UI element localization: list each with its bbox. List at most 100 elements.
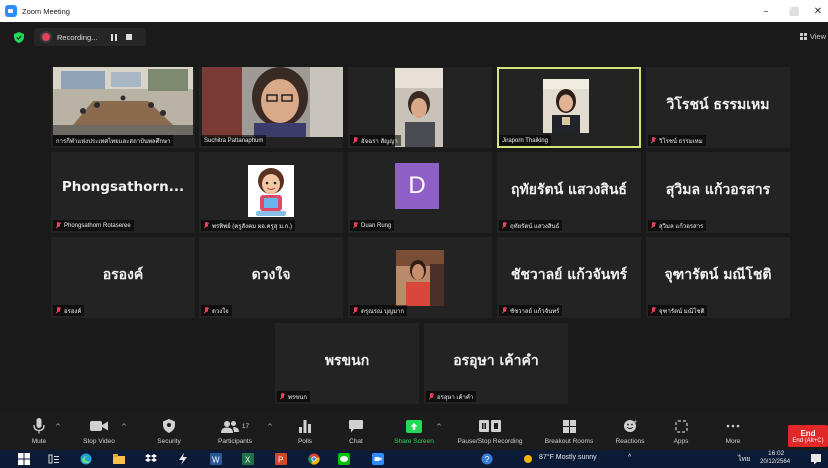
view-label: View: [809, 31, 826, 41]
video-tile[interactable]: อรองค์ อรองค์: [51, 237, 195, 318]
clock-time[interactable]: 16:02: [768, 450, 784, 457]
help-icon[interactable]: ?: [481, 453, 493, 465]
t6-name: Phongsathorn Rotaseree: [64, 222, 131, 229]
video-options-caret-icon[interactable]: ^: [121, 423, 127, 431]
share-options-caret-icon[interactable]: ^: [436, 423, 442, 431]
participant-name-tag: พรทิพย์ (ครูสังคม ผอ.ครูสุ ม.ก.): [201, 220, 296, 231]
participant-name-tag: ดวงใจ: [201, 305, 232, 316]
video-tile[interactable]: D Duan Rung: [348, 152, 492, 233]
more-label: More: [725, 438, 741, 445]
video-tile[interactable]: ชัชวาลย์ แก้วจันทร์ ชัชวาลย์ แก้วจันทร์: [497, 237, 641, 318]
video-tile[interactable]: Phongsathorn... Phongsathorn Rotaseree: [51, 152, 195, 233]
stop-video-label: Stop Video: [83, 438, 115, 445]
chat-label: Chat: [349, 438, 363, 445]
muted-mic-icon: [651, 137, 656, 144]
powerpoint-icon[interactable]: P: [275, 453, 287, 465]
muted-mic-icon: [502, 222, 507, 229]
mute-button[interactable]: Mute: [24, 412, 54, 450]
word-icon[interactable]: W: [210, 453, 222, 465]
video-tile[interactable]: Suchitra Pattanaphum: [199, 67, 343, 148]
participant-name-tag: ดรุณรณ บุญมาก: [350, 305, 408, 316]
audio-options-caret-icon[interactable]: ^: [55, 423, 61, 431]
view-button[interactable]: View: [799, 28, 826, 44]
polls-bar-chart-icon: [299, 417, 311, 435]
active-speaker-tile[interactable]: Jiraporn Thaiking: [497, 67, 641, 148]
video-tile[interactable]: อัจฉรา สัญญา: [348, 67, 492, 148]
video-tile[interactable]: ฤทัยรัตน์ แสวงสินธ์ ฤทัยรัตน์ แสวงสินธ์: [497, 152, 641, 233]
edge-browser-icon[interactable]: [80, 453, 92, 465]
zoom-taskbar-icon[interactable]: [372, 453, 384, 465]
video-tile[interactable]: ดวงใจ ดวงใจ: [199, 237, 343, 318]
participants-label: Participants: [218, 438, 252, 445]
zoom-meeting-window: Zoom Meeting – ⬜ ✕ Recording... View การ…: [0, 0, 828, 468]
pause-recording-label: Pause/Stop Recording: [457, 438, 523, 445]
polls-button[interactable]: Polls: [290, 412, 320, 450]
reactions-button[interactable]: + Reactions: [610, 412, 650, 450]
file-explorer-icon[interactable]: [113, 453, 125, 465]
reactions-smiley-icon: +: [623, 417, 637, 435]
video-tile[interactable]: การกีฬาแห่งประเทศไทยและสถาบันพลศึกษา: [51, 67, 195, 148]
breakout-rooms-button[interactable]: Breakout Rooms: [538, 412, 600, 450]
more-button[interactable]: More: [718, 412, 748, 450]
apps-button[interactable]: Apps: [666, 412, 696, 450]
security-button[interactable]: Security: [150, 412, 188, 450]
participant-video: [543, 79, 589, 133]
excel-icon[interactable]: X: [242, 453, 254, 465]
close-button[interactable]: ✕: [803, 0, 828, 22]
participant-display-name: ฤทัยรัตน์ แสวงสินธ์: [511, 182, 627, 198]
encryption-shield-icon[interactable]: [14, 32, 24, 43]
video-tile[interactable]: อรอุษา เค้าคำ อรอุษา เค้าคำ: [424, 323, 568, 404]
notifications-icon[interactable]: [810, 453, 822, 465]
app-bolt-icon[interactable]: [177, 453, 189, 465]
apps-label: Apps: [673, 438, 689, 445]
more-ellipsis-icon: [726, 417, 740, 435]
video-tile[interactable]: พรขนก พรขนก: [275, 323, 419, 404]
video-tile[interactable]: วิโรชน์ ธรรมเหม วิโรชน์ ธรรมเหม: [646, 67, 790, 148]
participant-video: [395, 68, 443, 147]
line-app-icon[interactable]: [338, 453, 350, 465]
participant-name-tag: สุวิมล แก้วอรสาร: [648, 220, 707, 231]
muted-mic-icon: [56, 222, 61, 229]
muted-mic-icon: [651, 222, 656, 229]
weather-text[interactable]: 87°F Mostly sunny: [539, 454, 597, 461]
clock-date[interactable]: 20/12/2564: [760, 459, 790, 465]
title-bar: Zoom Meeting – ⬜ ✕: [0, 0, 828, 22]
t8-name: Duan Rung: [361, 222, 392, 229]
participant-display-name: Phongsathorn...: [61, 179, 185, 195]
stop-recording-icon[interactable]: [126, 34, 133, 40]
svg-text:+: +: [634, 419, 638, 425]
video-tile[interactable]: พรทิพย์ (ครูสังคม ผอ.ครูสุ ม.ก.): [199, 152, 343, 233]
chat-button[interactable]: Chat: [341, 412, 371, 450]
pause-stop-recording-button[interactable]: Pause/Stop Recording: [450, 412, 530, 450]
participant-photo: [396, 250, 444, 306]
end-meeting-button[interactable]: End End (Alt+C): [788, 425, 828, 447]
participant-display-name: วิโรชน์ ธรรมเหม: [666, 97, 770, 113]
meeting-top-bar: Recording... View: [0, 22, 828, 52]
grid-view-icon: [799, 32, 807, 40]
video-tile[interactable]: จุฑารัตน์ มณีโชติ จุฑารัตน์ มณีโชติ: [646, 237, 790, 318]
show-hidden-icons-caret[interactable]: ^: [628, 454, 631, 461]
stop-video-button[interactable]: Stop Video: [76, 412, 122, 450]
participants-options-caret-icon[interactable]: ^: [267, 423, 273, 431]
chrome-icon[interactable]: [308, 453, 320, 465]
participant-name-tag: อรอุษา เค้าคำ: [426, 391, 477, 402]
task-view-icon[interactable]: [48, 453, 60, 465]
minimize-button[interactable]: –: [751, 0, 781, 22]
participants-button[interactable]: 17 Participants: [211, 412, 259, 450]
input-language[interactable]: ไทย: [738, 454, 750, 465]
video-tile[interactable]: ดรุณรณ บุญมาก: [348, 237, 492, 318]
security-label: Security: [157, 438, 181, 445]
muted-mic-icon: [353, 222, 358, 229]
t7-name: พรทิพย์ (ครูสังคม ผอ.ครูสุ ม.ก.): [212, 223, 293, 230]
weather-sun-icon[interactable]: [522, 453, 534, 465]
muted-mic-icon: [502, 307, 507, 314]
dropbox-icon[interactable]: [145, 453, 157, 465]
t4-name: Jiraporn Thaiking: [502, 137, 548, 144]
video-tile[interactable]: สุวิมล แก้วอรสาร สุวิมล แก้วอรสาร: [646, 152, 790, 233]
pause-recording-icon[interactable]: [111, 33, 118, 41]
share-screen-button[interactable]: Share Screen: [389, 412, 439, 450]
reactions-label: Reactions: [615, 438, 645, 445]
windows-start-icon[interactable]: [18, 453, 30, 465]
pause-stop-recording-icon: [479, 417, 501, 435]
meeting-toolbar: Mute ^ Stop Video ^ Security 17 Particip…: [0, 412, 828, 450]
